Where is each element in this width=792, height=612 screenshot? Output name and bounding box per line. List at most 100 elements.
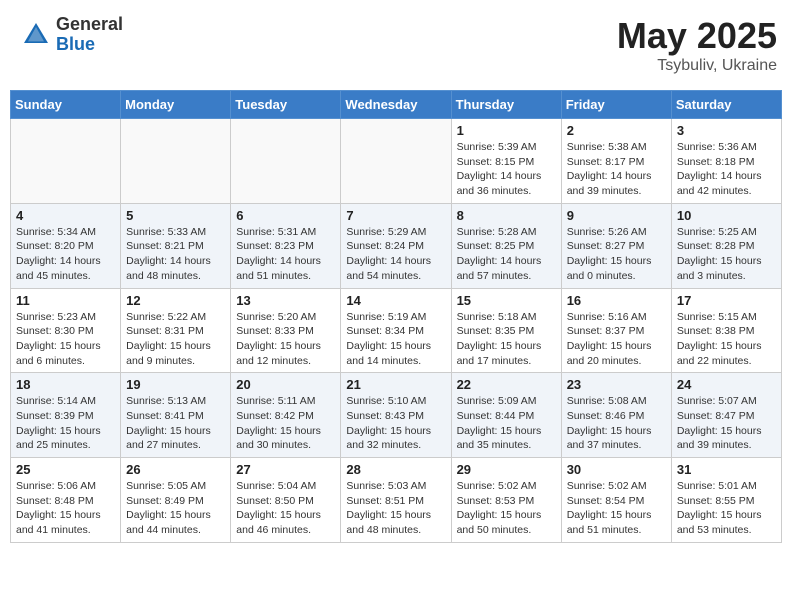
calendar-cell: 2Sunrise: 5:38 AM Sunset: 8:17 PM Daylig…: [561, 119, 671, 204]
logo-blue-text: Blue: [56, 35, 123, 55]
day-info: Sunrise: 5:34 AM Sunset: 8:20 PM Dayligh…: [16, 225, 115, 284]
day-number: 26: [126, 462, 225, 477]
day-info: Sunrise: 5:03 AM Sunset: 8:51 PM Dayligh…: [346, 479, 445, 538]
day-info: Sunrise: 5:11 AM Sunset: 8:42 PM Dayligh…: [236, 394, 335, 453]
weekday-header-tuesday: Tuesday: [231, 91, 341, 119]
logo-icon: [20, 19, 52, 51]
calendar-table: SundayMondayTuesdayWednesdayThursdayFrid…: [10, 90, 782, 543]
calendar-cell: 5 Sunrise: 5:33 AM Sunset: 8:21 PM Daylig…: [121, 203, 231, 288]
calendar-body: 1 Sunrise: 5:39 AM Sunset: 8:15 PM Daylig…: [11, 119, 782, 543]
calendar-cell: 25Sunrise: 5:06 AM Sunset: 8:48 PM Dayli…: [11, 458, 121, 543]
calendar-cell: 29Sunrise: 5:02 AM Sunset: 8:53 PM Dayli…: [451, 458, 561, 543]
day-number: 19: [126, 377, 225, 392]
day-info: Sunrise: 5:25 AM Sunset: 8:28 PM Dayligh…: [677, 225, 776, 284]
day-number: 12: [126, 293, 225, 308]
calendar-cell: 4 Sunrise: 5:34 AM Sunset: 8:20 PM Daylig…: [11, 203, 121, 288]
day-info: Sunrise: 5:15 AM Sunset: 8:38 PM Dayligh…: [677, 310, 776, 369]
calendar-cell: 16 Sunrise: 5:16 AM Sunset: 8:37 PM Dayli…: [561, 288, 671, 373]
day-number: 6: [236, 208, 335, 223]
calendar-cell: 3Sunrise: 5:36 AM Sunset: 8:18 PM Daylig…: [671, 119, 781, 204]
weekday-header-wednesday: Wednesday: [341, 91, 451, 119]
calendar-cell: [231, 119, 341, 204]
calendar-week-3: 11 Sunrise: 5:23 AM Sunset: 8:30 PM Dayli…: [11, 288, 782, 373]
day-number: 5: [126, 208, 225, 223]
day-info: Sunrise: 5:05 AM Sunset: 8:49 PM Dayligh…: [126, 479, 225, 538]
calendar-cell: 1 Sunrise: 5:39 AM Sunset: 8:15 PM Daylig…: [451, 119, 561, 204]
day-number: 28: [346, 462, 445, 477]
calendar-cell: [341, 119, 451, 204]
calendar-location: Tsybuliv, Ukraine: [617, 57, 777, 75]
calendar-cell: 13Sunrise: 5:20 AM Sunset: 8:33 PM Dayli…: [231, 288, 341, 373]
day-number: 31: [677, 462, 776, 477]
logo-text: General Blue: [56, 15, 123, 55]
calendar-cell: 24Sunrise: 5:07 AM Sunset: 8:47 PM Dayli…: [671, 373, 781, 458]
weekday-header-monday: Monday: [121, 91, 231, 119]
day-info: Sunrise: 5:06 AM Sunset: 8:48 PM Dayligh…: [16, 479, 115, 538]
calendar-week-1: 1 Sunrise: 5:39 AM Sunset: 8:15 PM Daylig…: [11, 119, 782, 204]
day-number: 16: [567, 293, 666, 308]
logo-general-text: General: [56, 15, 123, 35]
weekday-header-saturday: Saturday: [671, 91, 781, 119]
calendar-week-4: 18Sunrise: 5:14 AM Sunset: 8:39 PM Dayli…: [11, 373, 782, 458]
day-info: Sunrise: 5:16 AM Sunset: 8:37 PM Dayligh…: [567, 310, 666, 369]
day-info: Sunrise: 5:04 AM Sunset: 8:50 PM Dayligh…: [236, 479, 335, 538]
day-info: Sunrise: 5:23 AM Sunset: 8:30 PM Dayligh…: [16, 310, 115, 369]
day-info: Sunrise: 5:01 AM Sunset: 8:55 PM Dayligh…: [677, 479, 776, 538]
calendar-cell: 6Sunrise: 5:31 AM Sunset: 8:23 PM Daylig…: [231, 203, 341, 288]
calendar-cell: 23 Sunrise: 5:08 AM Sunset: 8:46 PM Dayli…: [561, 373, 671, 458]
day-info: Sunrise: 5:08 AM Sunset: 8:46 PM Dayligh…: [567, 394, 666, 453]
calendar-cell: 12 Sunrise: 5:22 AM Sunset: 8:31 PM Dayli…: [121, 288, 231, 373]
logo: General Blue: [20, 15, 123, 55]
calendar-cell: [11, 119, 121, 204]
day-info: Sunrise: 5:18 AM Sunset: 8:35 PM Dayligh…: [457, 310, 556, 369]
day-number: 23: [567, 377, 666, 392]
calendar-title: May 2025: [617, 15, 777, 57]
title-block: May 2025 Tsybuliv, Ukraine: [617, 15, 777, 75]
calendar-cell: 28 Sunrise: 5:03 AM Sunset: 8:51 PM Dayli…: [341, 458, 451, 543]
day-number: 3: [677, 123, 776, 138]
day-info: Sunrise: 5:26 AM Sunset: 8:27 PM Dayligh…: [567, 225, 666, 284]
day-number: 7: [346, 208, 445, 223]
calendar-week-5: 25Sunrise: 5:06 AM Sunset: 8:48 PM Dayli…: [11, 458, 782, 543]
weekday-row: SundayMondayTuesdayWednesdayThursdayFrid…: [11, 91, 782, 119]
weekday-header-thursday: Thursday: [451, 91, 561, 119]
calendar-week-2: 4 Sunrise: 5:34 AM Sunset: 8:20 PM Daylig…: [11, 203, 782, 288]
day-info: Sunrise: 5:10 AM Sunset: 8:43 PM Dayligh…: [346, 394, 445, 453]
calendar-cell: 27Sunrise: 5:04 AM Sunset: 8:50 PM Dayli…: [231, 458, 341, 543]
day-number: 29: [457, 462, 556, 477]
calendar-cell: 9 Sunrise: 5:26 AM Sunset: 8:27 PM Daylig…: [561, 203, 671, 288]
day-number: 1: [457, 123, 556, 138]
day-info: Sunrise: 5:22 AM Sunset: 8:31 PM Dayligh…: [126, 310, 225, 369]
day-number: 17: [677, 293, 776, 308]
day-number: 20: [236, 377, 335, 392]
calendar-cell: 22Sunrise: 5:09 AM Sunset: 8:44 PM Dayli…: [451, 373, 561, 458]
day-number: 8: [457, 208, 556, 223]
calendar-cell: 26 Sunrise: 5:05 AM Sunset: 8:49 PM Dayli…: [121, 458, 231, 543]
day-info: Sunrise: 5:19 AM Sunset: 8:34 PM Dayligh…: [346, 310, 445, 369]
calendar-cell: 21Sunrise: 5:10 AM Sunset: 8:43 PM Dayli…: [341, 373, 451, 458]
calendar-cell: 10 Sunrise: 5:25 AM Sunset: 8:28 PM Dayli…: [671, 203, 781, 288]
day-number: 9: [567, 208, 666, 223]
calendar-cell: 14 Sunrise: 5:19 AM Sunset: 8:34 PM Dayli…: [341, 288, 451, 373]
day-number: 30: [567, 462, 666, 477]
day-info: Sunrise: 5:33 AM Sunset: 8:21 PM Dayligh…: [126, 225, 225, 284]
day-number: 11: [16, 293, 115, 308]
day-number: 10: [677, 208, 776, 223]
day-number: 14: [346, 293, 445, 308]
page-header: General Blue May 2025 Tsybuliv, Ukraine: [10, 10, 782, 80]
calendar-cell: 11 Sunrise: 5:23 AM Sunset: 8:30 PM Dayli…: [11, 288, 121, 373]
day-info: Sunrise: 5:20 AM Sunset: 8:33 PM Dayligh…: [236, 310, 335, 369]
calendar-cell: 18Sunrise: 5:14 AM Sunset: 8:39 PM Dayli…: [11, 373, 121, 458]
weekday-header-sunday: Sunday: [11, 91, 121, 119]
day-info: Sunrise: 5:28 AM Sunset: 8:25 PM Dayligh…: [457, 225, 556, 284]
day-info: Sunrise: 5:29 AM Sunset: 8:24 PM Dayligh…: [346, 225, 445, 284]
weekday-header-friday: Friday: [561, 91, 671, 119]
calendar-header: SundayMondayTuesdayWednesdayThursdayFrid…: [11, 91, 782, 119]
calendar-cell: 20 Sunrise: 5:11 AM Sunset: 8:42 PM Dayli…: [231, 373, 341, 458]
calendar-cell: 8 Sunrise: 5:28 AM Sunset: 8:25 PM Daylig…: [451, 203, 561, 288]
day-info: Sunrise: 5:07 AM Sunset: 8:47 PM Dayligh…: [677, 394, 776, 453]
day-info: Sunrise: 5:39 AM Sunset: 8:15 PM Dayligh…: [457, 140, 556, 199]
day-number: 15: [457, 293, 556, 308]
day-info: Sunrise: 5:14 AM Sunset: 8:39 PM Dayligh…: [16, 394, 115, 453]
day-number: 4: [16, 208, 115, 223]
